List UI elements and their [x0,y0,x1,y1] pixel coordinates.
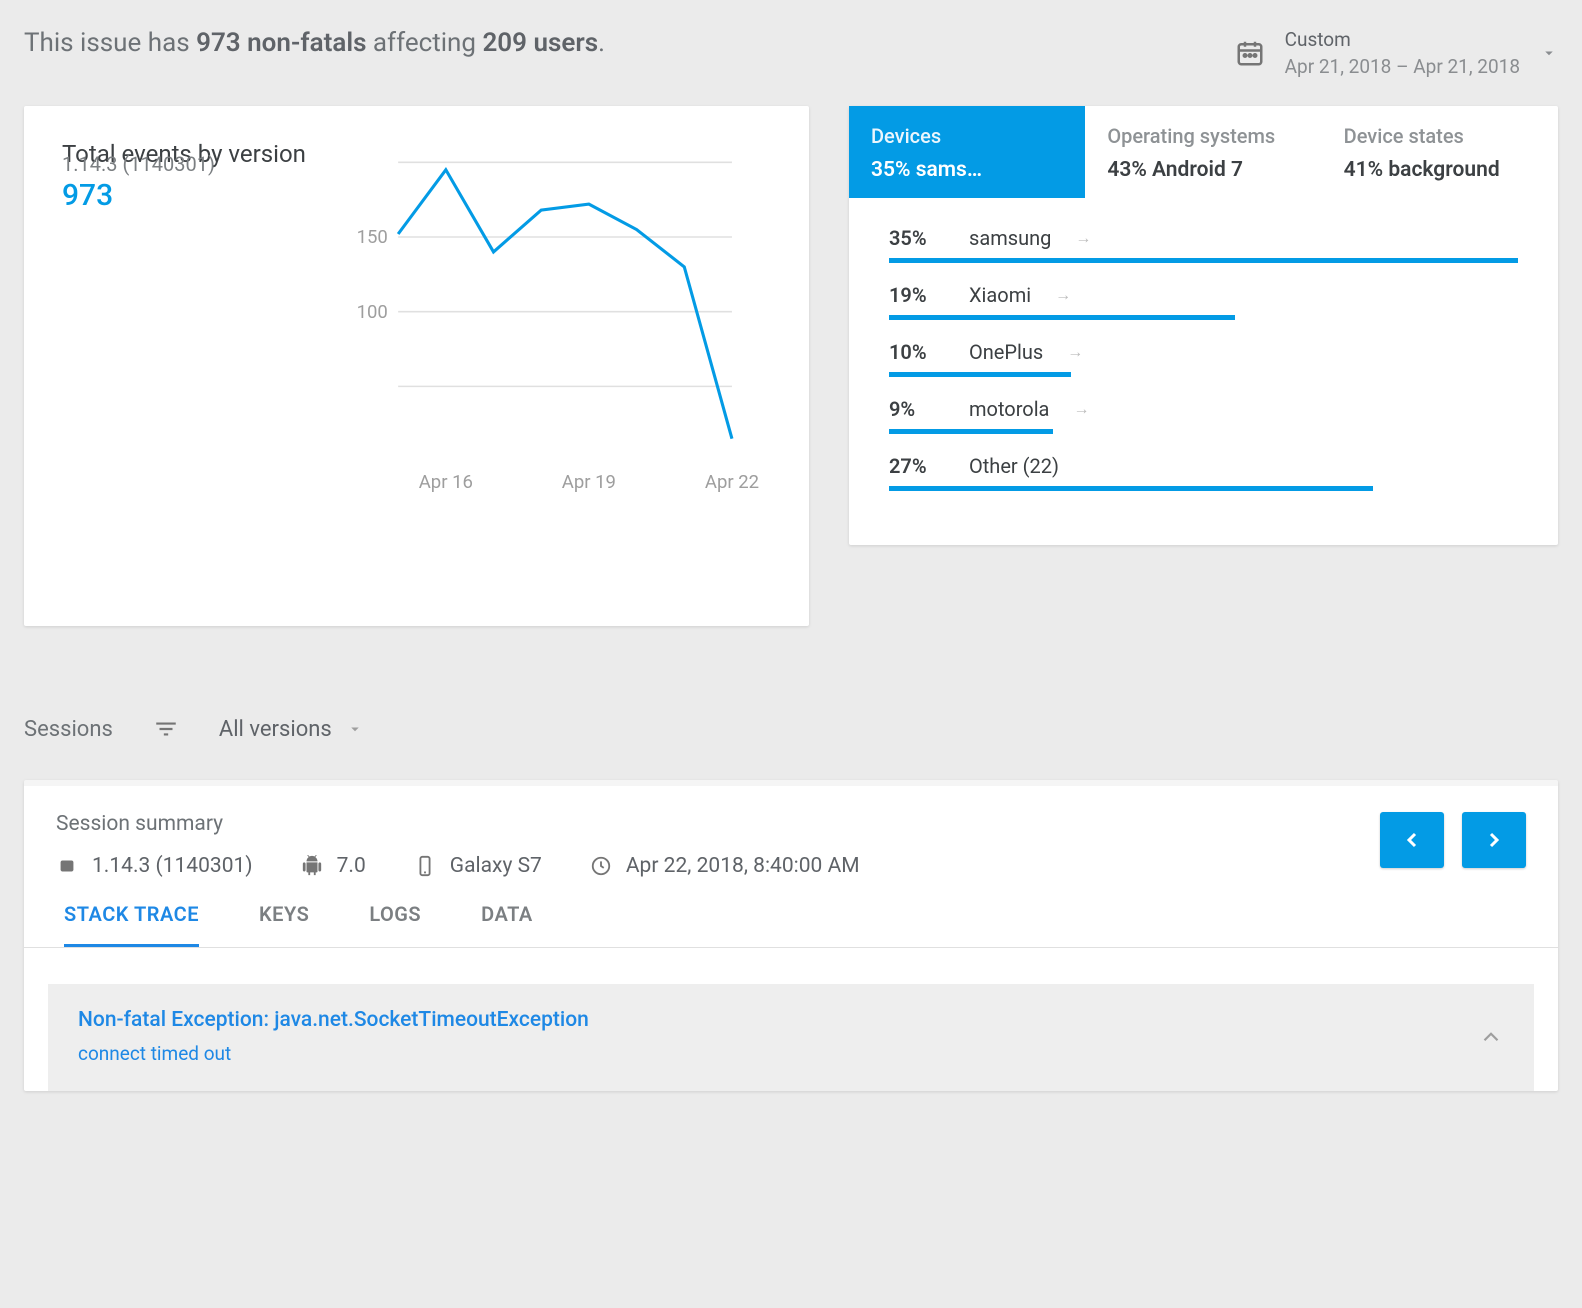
exception-block[interactable]: Non-fatal Exception: java.net.SocketTime… [48,984,1534,1091]
svg-text:Apr 19: Apr 19 [562,471,616,493]
meta-device-value: Galaxy S7 [450,854,542,878]
session-tab-data[interactable]: DATA [481,902,533,947]
caret-down-icon [346,720,364,738]
arrow-right-icon: → [1055,285,1071,305]
versions-dropdown[interactable]: All versions [219,717,364,742]
events-chart-card: Total events by version 1.14.3 (1140301)… [24,106,809,626]
filter-icon[interactable] [153,716,179,742]
session-summary-card: Session summary 1.14.3 (1140301) 7.0 [24,780,1558,1091]
chart-total: 973 [62,178,322,213]
nonfatal-count: 973 non-fatals [196,28,366,58]
svg-text:Apr 22: Apr 22 [705,471,759,493]
arrow-right-icon: → [1075,228,1091,248]
breakdown-label: Xiaomi [969,283,1031,307]
breakdown-tab-value: 35% sams… [871,158,1063,182]
prev-session-button[interactable] [1380,812,1444,868]
caret-down-icon [1540,44,1558,62]
breakdown-pct: 27% [889,454,945,478]
arrow-right-icon: → [1067,342,1083,362]
summary-suffix: . [598,28,605,58]
user-count: 209 users [482,28,598,58]
session-tab-logs[interactable]: LOGS [369,902,421,947]
exception-title: Non-fatal Exception: java.net.SocketTime… [78,1008,589,1032]
session-summary-title: Session summary [56,812,860,836]
android-icon [301,855,323,877]
breakdown-tab-devices[interactable]: Devices 35% sams… [849,106,1085,198]
breakdown-pct: 9% [889,397,945,421]
svg-text:100: 100 [357,301,388,323]
meta-timestamp-value: Apr 22, 2018, 8:40:00 AM [626,854,860,878]
phone-icon [414,855,436,877]
breakdown-row[interactable]: 9% motorola → [889,397,1518,434]
breakdown-row[interactable]: 19% Xiaomi → [889,283,1518,320]
breakdown-tab-title: Device states [1344,124,1536,148]
next-session-button[interactable] [1462,812,1526,868]
date-range: Apr 21, 2018 – Apr 21, 2018 [1285,55,1520,78]
chart-plot-area[interactable]: 100 150 Apr 16 Apr 19 Apr 22 [322,152,771,492]
breakdown-tab-operating-systems[interactable]: Operating systems 43% Android 7 [1085,106,1321,198]
meta-device: Galaxy S7 [414,854,542,878]
versions-label: All versions [219,717,332,742]
breakdown-row[interactable]: 10% OnePlus → [889,340,1518,377]
clock-icon [590,855,612,877]
calendar-icon [1235,38,1265,68]
chevron-up-icon[interactable] [1478,1024,1504,1050]
meta-os-value: 7.0 [337,854,366,878]
breakdown-tab-title: Devices [871,124,1063,148]
date-label: Custom [1285,28,1520,51]
tag-icon [56,855,78,877]
arrow-right-icon: → [1073,399,1089,419]
svg-text:150: 150 [357,226,388,248]
breakdown-row[interactable]: 35% samsung → [889,226,1518,263]
meta-version-value: 1.14.3 (1140301) [92,854,253,878]
session-tab-stack-trace[interactable]: STACK TRACE [64,902,199,947]
sessions-label: Sessions [24,717,113,742]
chart-version: 1.14.3 (1140301) [62,152,322,176]
breakdown-label: motorola [969,397,1049,421]
breakdown-label: samsung [969,226,1051,250]
breakdown-label: Other (22) [969,454,1059,478]
breakdown-label: OnePlus [969,340,1043,364]
breakdown-tab-title: Operating systems [1107,124,1299,148]
breakdown-tab-device-states[interactable]: Device states 41% background [1322,106,1558,198]
issue-summary: This issue has 973 non-fatals affecting … [24,28,605,58]
breakdown-row: 27% Other (22) [889,454,1518,491]
breakdown-pct: 35% [889,226,945,250]
svg-text:Apr 16: Apr 16 [419,471,473,493]
meta-timestamp: Apr 22, 2018, 8:40:00 AM [590,854,860,878]
breakdown-pct: 10% [889,340,945,364]
breakdown-tab-value: 41% background [1344,158,1536,182]
breakdown-card: Devices 35% sams… Operating systems 43% And… [849,106,1558,545]
meta-os: 7.0 [301,854,366,878]
exception-message: connect timed out [78,1042,589,1065]
session-tab-keys[interactable]: KEYS [259,902,309,947]
breakdown-tab-value: 43% Android 7 [1107,158,1299,182]
breakdown-pct: 19% [889,283,945,307]
summary-prefix: This issue has [24,28,196,58]
meta-version: 1.14.3 (1140301) [56,854,253,878]
summary-mid: affecting [366,28,482,58]
date-range-picker[interactable]: Custom Apr 21, 2018 – Apr 21, 2018 [1235,28,1558,78]
